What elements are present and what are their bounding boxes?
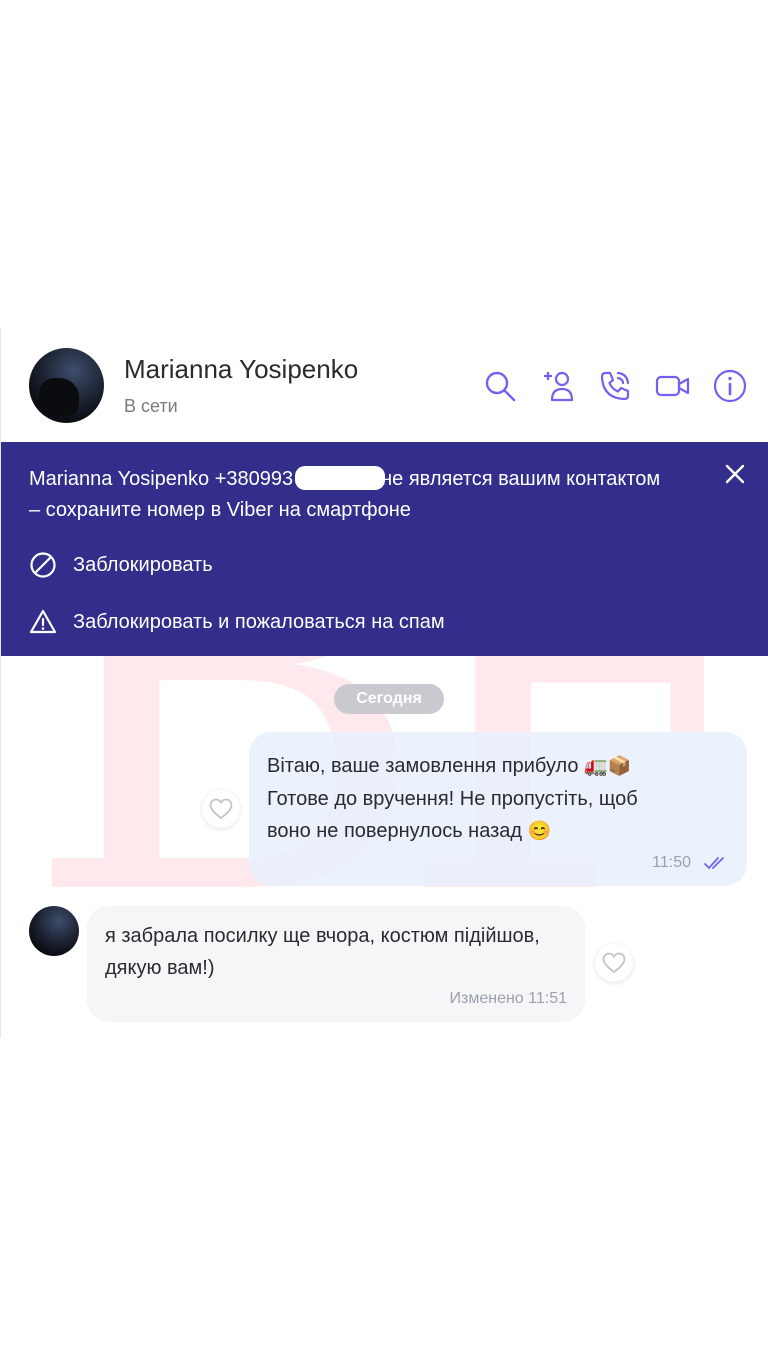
add-contact-icon[interactable] bbox=[540, 368, 576, 404]
incoming-message-text: я забрала посилку ще вчора, костюм підій… bbox=[105, 925, 540, 979]
block-button[interactable]: Заблокировать bbox=[29, 548, 213, 582]
like-button[interactable] bbox=[202, 790, 240, 828]
block-label: Заблокировать bbox=[73, 553, 213, 576]
redaction-mark bbox=[295, 466, 386, 490]
banner-text-part1: Marianna Yosipenko +380993 bbox=[29, 468, 294, 490]
contact-status: В сети bbox=[124, 396, 178, 416]
outgoing-line-3: воно не повернулось назад bbox=[267, 820, 523, 842]
truck-box-emoji: 🚛📦 bbox=[584, 756, 632, 777]
outgoing-message-text: Вітаю, ваше замовлення прибуло 🚛📦 Готове… bbox=[267, 750, 707, 848]
contact-name[interactable]: Marianna Yosipenko bbox=[124, 354, 358, 385]
close-icon[interactable] bbox=[723, 462, 747, 486]
block-and-report-button[interactable]: Заблокировать и пожаловаться на спам bbox=[29, 605, 445, 639]
incoming-time: Изменено 11:51 bbox=[449, 990, 568, 1007]
heart-icon bbox=[209, 798, 233, 820]
heart-icon bbox=[602, 952, 626, 974]
video-call-icon[interactable] bbox=[655, 368, 691, 404]
outgoing-time: 11:50 bbox=[652, 854, 691, 871]
smile-emoji: 😊 bbox=[527, 821, 552, 842]
chat-window: BF Marianna Yosipenko В сети Marianna Yo… bbox=[0, 328, 768, 1038]
call-icon[interactable] bbox=[597, 368, 633, 404]
date-separator: Сегодня bbox=[334, 684, 444, 714]
info-icon[interactable] bbox=[712, 368, 748, 404]
read-ticks-icon bbox=[703, 855, 729, 871]
incoming-message[interactable]: я забрала посилку ще вчора, костюм підій… bbox=[87, 906, 585, 1022]
outgoing-line-2: Готове до вручення! Не пропустіть, щоб bbox=[267, 788, 638, 810]
warning-icon bbox=[29, 609, 57, 634]
block-icon bbox=[30, 552, 56, 578]
chat-header: Marianna Yosipenko В сети bbox=[1, 328, 768, 442]
search-icon[interactable] bbox=[482, 368, 518, 404]
banner-message: Marianna Yosipenko +380993 не является ва… bbox=[29, 464, 669, 526]
block-and-report-label: Заблокировать и пожаловаться на спам bbox=[73, 610, 445, 633]
like-button[interactable] bbox=[595, 944, 633, 982]
contact-avatar[interactable] bbox=[29, 348, 104, 423]
outgoing-message[interactable]: Вітаю, ваше замовлення прибуло 🚛📦 Готове… bbox=[249, 732, 747, 886]
outgoing-line-1: Вітаю, ваше замовлення прибуло bbox=[267, 755, 579, 777]
unknown-contact-banner: Marianna Yosipenko +380993 не является ва… bbox=[1, 442, 768, 656]
sender-avatar[interactable] bbox=[29, 906, 79, 956]
